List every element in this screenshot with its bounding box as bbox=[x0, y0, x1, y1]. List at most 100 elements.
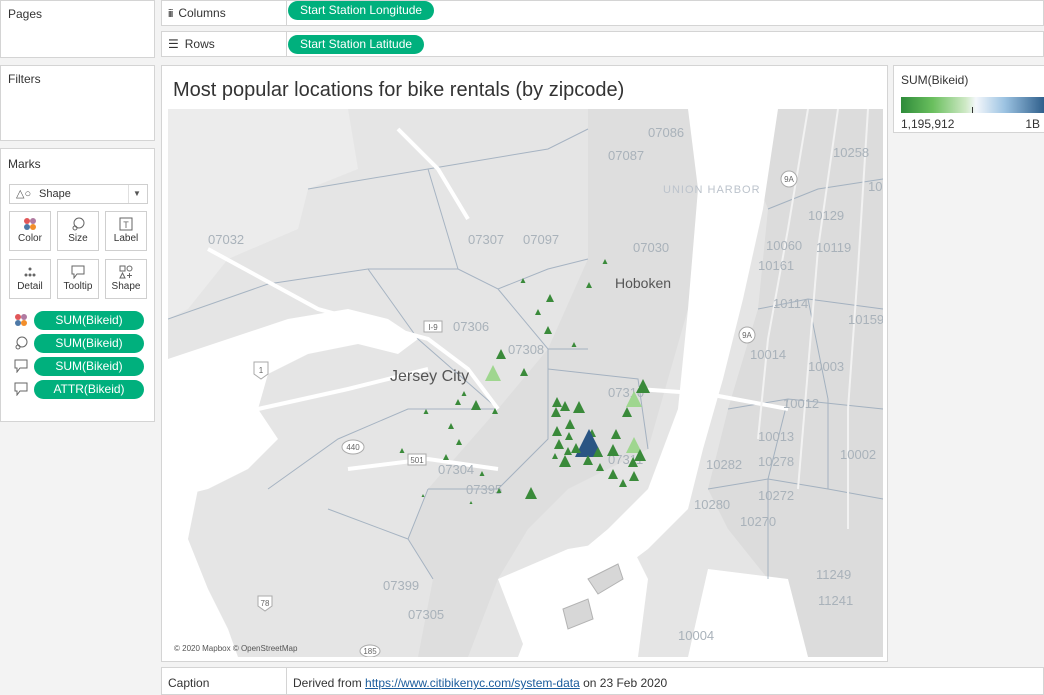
caption-divider bbox=[286, 668, 287, 694]
rows-pill[interactable]: Start Station Latitude bbox=[288, 35, 425, 54]
color-button-label: Color bbox=[18, 233, 42, 244]
svg-text:9A: 9A bbox=[784, 175, 794, 184]
pages-panel[interactable]: Pages bbox=[0, 0, 155, 58]
detail-button[interactable]: Detail bbox=[9, 259, 51, 299]
legend-max-label: 1B bbox=[1025, 117, 1040, 131]
legend-midpoint-tick bbox=[972, 107, 973, 113]
zip-label: 10280 bbox=[694, 497, 730, 512]
filters-panel[interactable]: Filters bbox=[0, 65, 155, 141]
mark-field-pill[interactable]: SUM(Bikeid) bbox=[34, 334, 144, 353]
zip-label: 10282 bbox=[706, 457, 742, 472]
rows-shelf-label: ☰ Rows bbox=[168, 37, 215, 51]
svg-text:1: 1 bbox=[259, 366, 264, 375]
marks-panel: Marks △○ Shape ▼ Color Size T Label Deta… bbox=[0, 148, 155, 422]
shape-icon bbox=[106, 265, 146, 279]
detail-icon bbox=[10, 265, 50, 279]
zip-label: 10114 bbox=[773, 296, 808, 311]
zip-label: 07030 bbox=[633, 240, 669, 255]
columns-shelf-label: iii Columns bbox=[168, 6, 226, 20]
caption-text: Derived from https://www.citibikenyc.com… bbox=[293, 676, 667, 690]
color-legend[interactable]: SUM(Bikeid) 1,195,912 1B bbox=[893, 65, 1044, 133]
caption-bar: Caption Derived from https://www.citibik… bbox=[161, 667, 1044, 695]
columns-icon: iii bbox=[168, 8, 173, 20]
zip-label: 07395 bbox=[466, 482, 502, 497]
place-label-jersey-city: Jersey City bbox=[390, 368, 469, 385]
zip-label: 07086 bbox=[648, 125, 684, 140]
tooltip-icon bbox=[14, 382, 30, 398]
label-button[interactable]: T Label bbox=[105, 211, 147, 251]
shape-button-label: Shape bbox=[111, 281, 141, 292]
color-dots-icon bbox=[10, 217, 50, 231]
zip-label: 10161 bbox=[758, 258, 794, 273]
map-canvas: Jersey City Hoboken UNION HARBOR 07086 0… bbox=[168, 109, 883, 657]
zip-label: 10003 bbox=[808, 359, 844, 374]
place-label-union-harbor: UNION HARBOR bbox=[663, 184, 761, 196]
filters-title: Filters bbox=[8, 72, 41, 86]
rows-shelf[interactable]: ☰ Rows Start Station Latitude bbox=[161, 31, 1044, 57]
columns-shelf[interactable]: iii Columns Start Station Longitude bbox=[161, 0, 1044, 26]
rows-icon: ☰ bbox=[168, 37, 179, 51]
svg-text:440: 440 bbox=[346, 443, 360, 452]
mark-type-value: Shape bbox=[39, 188, 71, 200]
legend-min-label: 1,195,912 bbox=[901, 117, 955, 131]
zip-label: 10012 bbox=[783, 396, 819, 411]
svg-text:501: 501 bbox=[410, 456, 424, 465]
viz-container: Most popular locations for bike rentals … bbox=[161, 65, 888, 662]
mark-field-pill[interactable]: ATTR(Bikeid) bbox=[34, 380, 144, 399]
zip-label: 07097 bbox=[523, 232, 559, 247]
caption-label: Caption bbox=[168, 676, 210, 690]
mark-field-pill[interactable]: SUM(Bikeid) bbox=[34, 357, 144, 376]
place-label-hoboken: Hoboken bbox=[615, 275, 671, 291]
chevron-down-icon: ▼ bbox=[128, 185, 145, 203]
zip-label: 07306 bbox=[453, 319, 489, 334]
zip-label: 10129 bbox=[808, 208, 844, 223]
color-icon bbox=[14, 313, 30, 329]
tooltip-button[interactable]: Tooltip bbox=[57, 259, 99, 299]
zip-label: 10014 bbox=[750, 347, 786, 362]
zip-label: 10013 bbox=[758, 429, 794, 444]
map-attribution: © 2020 Mapbox © OpenStreetMap bbox=[174, 644, 298, 653]
zip-label: 10159 bbox=[848, 312, 883, 327]
zip-label: 10036 bbox=[868, 179, 883, 194]
svg-text:I-9: I-9 bbox=[428, 323, 438, 332]
svg-text:78: 78 bbox=[261, 599, 270, 608]
zip-label: 07307 bbox=[468, 232, 504, 247]
zip-label: 10278 bbox=[758, 454, 794, 469]
map[interactable]: Jersey City Hoboken UNION HARBOR 07086 0… bbox=[168, 109, 883, 657]
zip-label: 11249 bbox=[816, 567, 851, 582]
zip-label: 07304 bbox=[438, 462, 474, 477]
zip-label: 10258 bbox=[833, 145, 869, 160]
zip-label: 11241 bbox=[818, 593, 853, 608]
mark-type-dropdown[interactable]: △○ Shape ▼ bbox=[9, 184, 148, 204]
tooltip-button-label: Tooltip bbox=[63, 281, 93, 292]
shape-type-icon: △○ bbox=[16, 188, 32, 200]
zip-label: 07305 bbox=[408, 607, 444, 622]
svg-text:9A: 9A bbox=[742, 331, 752, 340]
zip-label: 10119 bbox=[816, 240, 851, 255]
zip-label: 10004 bbox=[678, 628, 714, 643]
color-button[interactable]: Color bbox=[9, 211, 51, 251]
zip-label: 10272 bbox=[758, 488, 794, 503]
caption-prefix: Derived from bbox=[293, 676, 366, 690]
size-icon bbox=[14, 336, 30, 352]
mark-field-pill[interactable]: SUM(Bikeid) bbox=[34, 311, 144, 330]
detail-button-label: Detail bbox=[17, 281, 43, 292]
shape-button[interactable]: Shape bbox=[105, 259, 147, 299]
size-button[interactable]: Size bbox=[57, 211, 99, 251]
pages-title: Pages bbox=[8, 7, 43, 21]
marks-title: Marks bbox=[8, 157, 41, 171]
zip-label: 07087 bbox=[608, 148, 644, 163]
size-icon bbox=[58, 217, 98, 231]
caption-link[interactable]: https://www.citibikenyc.com/system-data bbox=[365, 676, 580, 690]
zip-label: 10002 bbox=[840, 447, 876, 462]
shelf-divider bbox=[286, 1, 287, 25]
label-icon: T bbox=[106, 217, 146, 231]
zip-label: 10270 bbox=[740, 514, 776, 529]
zip-label: 07399 bbox=[383, 578, 419, 593]
tooltip-icon bbox=[58, 265, 98, 280]
svg-text:185: 185 bbox=[363, 647, 377, 656]
legend-color-ramp bbox=[901, 97, 1044, 113]
svg-text:T: T bbox=[123, 220, 129, 230]
columns-pill[interactable]: Start Station Longitude bbox=[288, 1, 435, 20]
tooltip-icon bbox=[14, 359, 30, 375]
